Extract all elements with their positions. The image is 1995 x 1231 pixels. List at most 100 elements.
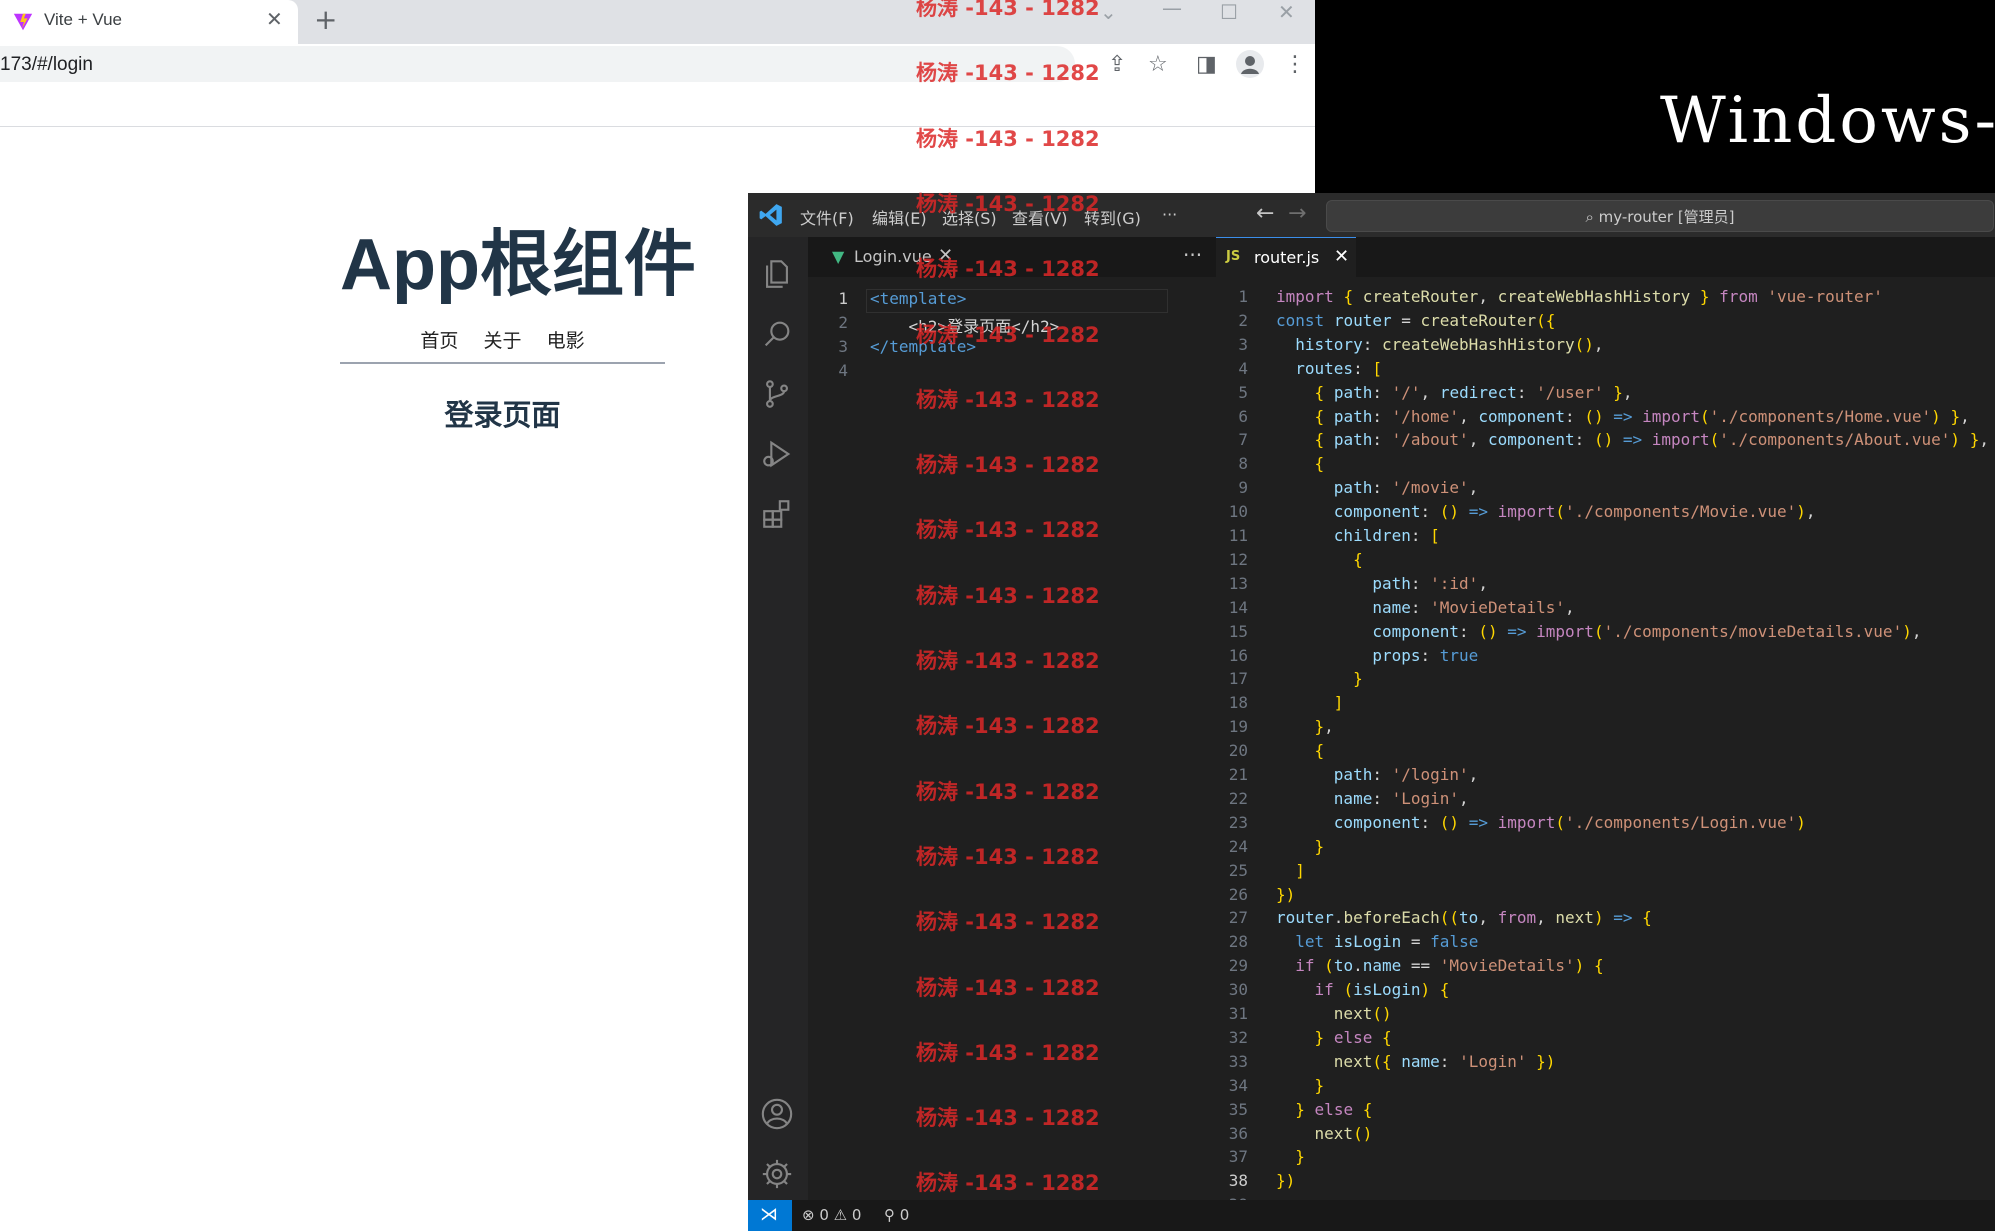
code-line: } else { (1295, 1099, 1373, 1119)
line-number: 32 (1228, 1027, 1248, 1047)
tab-strip: Vite + Vue ✕ + ⌄ — ☐ ✕ (0, 0, 1315, 44)
maximize-icon[interactable]: ☐ (1220, 0, 1238, 24)
side-panel-icon[interactable]: ◨ (1196, 52, 1217, 77)
line-number: 22 (1228, 788, 1248, 808)
code-line: { path: '/about', component: () => impor… (1314, 430, 1989, 450)
activity-bar (748, 237, 808, 1200)
page-nav: 首页 关于 电影 (340, 326, 665, 364)
line-number: 4 (838, 361, 848, 380)
nav-link-movie[interactable]: 电影 (547, 326, 585, 353)
run-debug-icon[interactable] (760, 437, 794, 471)
line-number: 34 (1228, 1075, 1248, 1095)
code-line: ] (1333, 693, 1344, 713)
profile-avatar-icon[interactable] (1236, 50, 1264, 78)
line-number: 35 (1228, 1099, 1248, 1119)
line-number: 7 (1238, 430, 1248, 450)
code-line: next({ name: 'Login' }) (1333, 1051, 1556, 1071)
new-tab-button[interactable]: + (314, 3, 337, 36)
line-number: 1 (1238, 287, 1248, 306)
line-number: 19 (1228, 717, 1248, 737)
browser-tab[interactable]: Vite + Vue ✕ (0, 0, 298, 44)
line-number: 12 (1228, 549, 1248, 569)
code-line: next() (1314, 1123, 1373, 1143)
js-file-icon: JS (1226, 249, 1241, 264)
line-number: 9 (1238, 478, 1248, 498)
source-control-icon[interactable] (760, 377, 794, 411)
close-window-icon[interactable]: ✕ (1278, 0, 1295, 24)
line-number: 16 (1228, 645, 1248, 665)
vue-file-icon: ▼ (832, 247, 845, 266)
line-number: 18 (1228, 693, 1248, 713)
remote-indicator[interactable]: ⋊ (748, 1200, 792, 1231)
code-line: next() (1333, 1004, 1392, 1023)
line-number: 2 (1238, 310, 1248, 330)
code-line: component: () => import('./components/Lo… (1333, 812, 1806, 832)
menu-more[interactable]: ··· (1162, 205, 1177, 224)
command-center[interactable]: ⌕ my-router [管理员] (1326, 200, 1994, 232)
editor-tab-router[interactable]: JS router.js ✕ (1216, 237, 1356, 278)
chevron-down-icon[interactable]: ⌄ (1100, 0, 1117, 24)
line-number: 23 (1228, 812, 1248, 832)
code-line: </template> (870, 337, 976, 356)
code-line: { (1353, 549, 1363, 569)
line-number: 2 (838, 313, 848, 332)
code-line: if (to.name == 'MovieDetails') { (1295, 956, 1604, 976)
line-number: 37 (1228, 1147, 1248, 1167)
line-number: 21 (1228, 765, 1248, 784)
line-number: 31 (1228, 1004, 1248, 1023)
menu-edit[interactable]: 编辑(E) (872, 205, 927, 229)
nav-link-home[interactable]: 首页 (420, 326, 458, 353)
code-line: { path: '/home', component: () => import… (1314, 406, 1970, 426)
ports-indicator[interactable]: ⚲ 0 (884, 1206, 909, 1224)
code-line: let isLogin = false (1295, 932, 1479, 952)
close-icon[interactable]: ✕ (938, 245, 953, 266)
bookmark-star-icon[interactable]: ☆ (1148, 52, 1168, 77)
code-line: } (1314, 836, 1325, 856)
url-text: 173/#/login (0, 54, 93, 75)
close-icon[interactable]: ✕ (1334, 246, 1349, 267)
vscode-window: 文件(F) 编辑(E) 选择(S) 查看(V) 转到(G) ··· ← → ⌕ … (748, 193, 1995, 1231)
more-menu-icon[interactable]: ⋮ (1284, 52, 1306, 77)
menu-view[interactable]: 查看(V) (1012, 205, 1067, 229)
code-line: history: createWebHashHistory(), (1295, 334, 1604, 354)
more-actions-icon[interactable]: ··· (1183, 243, 1202, 267)
explorer-icon[interactable] (760, 257, 794, 291)
share-icon[interactable]: ⇪ (1108, 52, 1126, 77)
line-number: 8 (1238, 454, 1248, 474)
line-number: 11 (1228, 526, 1248, 545)
line-number: 1 (838, 289, 848, 308)
code-line: if (isLogin) { (1314, 980, 1450, 1000)
address-bar[interactable]: 173/#/login (0, 46, 1075, 82)
line-number: 10 (1228, 502, 1248, 522)
extensions-icon[interactable] (760, 497, 794, 531)
code-line: component: () => import('./components/mo… (1372, 621, 1922, 641)
page-title: App根组件 (340, 225, 696, 305)
code-line: router.beforeEach((to, from, next) => { (1276, 908, 1652, 928)
code-editor-router[interactable]: 1 import { createRouter, createWebHashHis… (1208, 277, 1995, 1214)
page-subtitle: 登录页面 (444, 398, 561, 432)
code-line: ] (1295, 860, 1305, 880)
code-line: import { createRouter, createWebHashHist… (1276, 287, 1883, 306)
editor-tab-login[interactable]: ▼ Login.vue ✕ (822, 237, 953, 277)
code-line: path: ':id', (1372, 573, 1488, 593)
editor-tab-label: router.js (1254, 248, 1320, 267)
menu-file[interactable]: 文件(F) (800, 205, 854, 229)
command-center-text: ⌕ my-router [管理员] (1585, 208, 1735, 226)
arrow-left-icon[interactable]: ← (1256, 201, 1274, 226)
gear-icon[interactable] (760, 1157, 794, 1191)
code-editor-login[interactable]: 1 2 3 4 <template> <h2>登录页面</h2> </templ… (808, 277, 1208, 1200)
tab-title: Vite + Vue (44, 10, 122, 29)
code-line: component: () => import('./components/Mo… (1333, 502, 1816, 522)
problems-indicator[interactable]: ⊗ 0 ⚠ 0 (802, 1206, 861, 1224)
arrow-right-icon[interactable]: → (1288, 201, 1306, 226)
code-line: path: '/movie', (1333, 478, 1479, 498)
search-icon[interactable] (760, 317, 794, 351)
code-line: const router = createRouter({ (1276, 310, 1556, 330)
menu-selection[interactable]: 选择(S) (942, 205, 997, 229)
menu-go[interactable]: 转到(G) (1084, 205, 1141, 229)
tab-close-icon[interactable]: ✕ (266, 7, 283, 31)
nav-link-about[interactable]: 关于 (483, 326, 521, 353)
account-icon[interactable] (760, 1097, 794, 1131)
vite-logo-icon (13, 13, 33, 31)
minimize-icon[interactable]: — (1162, 0, 1182, 20)
